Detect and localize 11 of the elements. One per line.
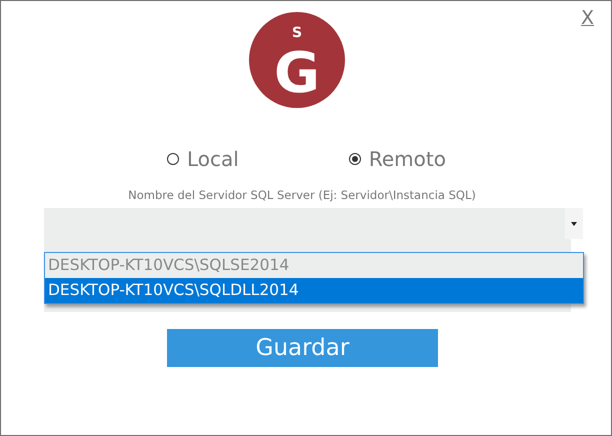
server-combo-field[interactable] xyxy=(44,208,583,240)
radio-option[interactable]: Remoto xyxy=(348,144,446,174)
radio-option[interactable]: Local xyxy=(167,144,239,174)
dropdown-option[interactable]: DESKTOP-KT10VCS\SQLDLL2014 xyxy=(45,278,583,303)
caret-icon xyxy=(571,222,577,226)
dropdown-option[interactable]: DESKTOP-KT10VCS\SQLSE2014 xyxy=(45,253,583,278)
save-button[interactable]: Guardar xyxy=(167,329,438,368)
close-button[interactable]: X xyxy=(580,7,594,30)
logo: S G xyxy=(249,12,345,108)
dropdown-arrow-button[interactable] xyxy=(565,208,583,240)
field-label: Nombre del Servidor SQL Server (Ej: Servidor\Instancia SQL) xyxy=(127,187,477,204)
